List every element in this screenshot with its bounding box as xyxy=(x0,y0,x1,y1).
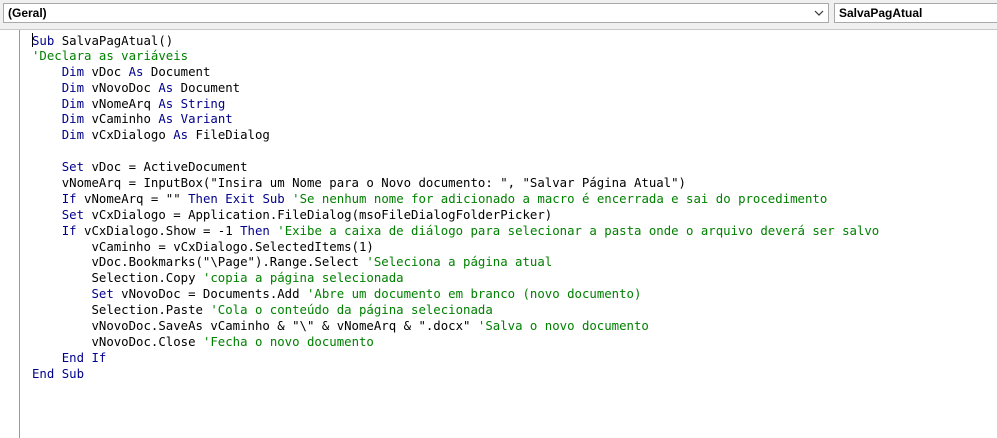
code-line[interactable]: vDoc.Bookmarks("\Page").Range.Select 'Se… xyxy=(32,255,879,271)
code-line[interactable]: Dim vCaminho As Variant xyxy=(32,112,879,128)
code-keyword: End If xyxy=(61,350,107,365)
code-line[interactable]: Dim vDoc As Document xyxy=(32,65,879,81)
code-token: vNovoDoc.SaveAs vCaminho & "\" & vNomeAr… xyxy=(32,319,478,334)
code-line[interactable]: Set vCxDialogo = Application.FileDialog(… xyxy=(32,208,879,224)
code-keyword: Sub xyxy=(262,191,285,206)
code-token: vNomeArq xyxy=(84,96,159,111)
code-keyword: String xyxy=(180,96,226,111)
code-keyword: As xyxy=(128,64,144,79)
code-line[interactable]: vNomeArq = InputBox("Insira um Nome para… xyxy=(32,176,879,192)
code-comment: 'Fecha o novo documento xyxy=(202,334,374,349)
code-line[interactable]: Sub SalvaPagAtual() xyxy=(32,33,879,49)
code-keyword: Dim xyxy=(61,112,85,127)
code-comment: 'Salva o novo documento xyxy=(477,319,649,334)
code-token: vCxDialogo = Application.FileDialog(msoF… xyxy=(84,207,553,222)
code-line[interactable]: If vNomeArq = "" Then Exit Sub 'Se nenhu… xyxy=(32,192,879,208)
code-token: vNomeArq = InputBox("Insira um Nome para… xyxy=(32,176,686,191)
code-token: vNomeArq = "" xyxy=(76,191,189,206)
code-keyword: Variant xyxy=(180,112,233,127)
code-comment: 'Se nenhum nome for adicionado a macro é… xyxy=(292,191,828,206)
code-line[interactable]: If vCxDialogo.Show = -1 Then 'Exibe a ca… xyxy=(32,223,880,240)
code-line[interactable]: vCaminho = vCxDialogo.SelectedItems(1) xyxy=(32,240,879,256)
code-token: vNovoDoc xyxy=(84,80,159,95)
code-keyword: Set xyxy=(91,287,114,302)
code-token: vNovoDoc = Documents.Add xyxy=(113,287,307,302)
code-comment: 'Declara as variáveis xyxy=(32,48,189,63)
code-keyword: If xyxy=(61,223,77,238)
code-token: vCaminho xyxy=(84,112,159,127)
code-comment: 'copia a página selecionada xyxy=(202,271,404,286)
code-keyword: As xyxy=(158,80,174,95)
procedure-combo[interactable]: SalvaPagAtual xyxy=(834,3,997,23)
code-keyword: End Sub xyxy=(32,366,85,381)
code-line[interactable]: Set vDoc = ActiveDocument xyxy=(32,160,879,176)
code-keyword: Then xyxy=(240,223,270,238)
code-line[interactable]: End Sub xyxy=(32,367,879,383)
code-token: vNovoDoc.Close xyxy=(32,334,203,349)
code-token: Document xyxy=(143,64,211,79)
code-line[interactable]: Set vNovoDoc = Documents.Add 'Abre um do… xyxy=(32,287,879,303)
margin-indicator-bar[interactable] xyxy=(0,30,20,438)
code-keyword: Then xyxy=(188,191,218,206)
code-comment: 'Seleciona a página atual xyxy=(366,255,553,270)
object-combo-value: (Geral) xyxy=(8,6,47,20)
code-comment: 'Cola o conteúdo da página selecionada xyxy=(210,303,493,318)
code-line[interactable] xyxy=(32,144,879,160)
code-token: vDoc = ActiveDocument xyxy=(84,160,248,175)
object-combo[interactable]: (Geral) xyxy=(3,3,829,23)
code-token: Document xyxy=(173,80,241,95)
code-line[interactable]: vNovoDoc.SaveAs vCaminho & "\" & vNomeAr… xyxy=(32,319,879,335)
code-line[interactable]: vNovoDoc.Close 'Fecha o novo documento xyxy=(32,335,879,351)
code-keyword: Exit xyxy=(225,191,255,206)
code-keyword: Set xyxy=(61,160,85,175)
code-editor[interactable]: Sub SalvaPagAtual() 'Declara as variáveis… xyxy=(0,29,997,438)
code-line[interactable]: Dim vNomeArq As String xyxy=(32,97,879,113)
code-keyword: Sub xyxy=(32,34,55,48)
code-token: vDoc xyxy=(84,64,129,79)
code-text[interactable]: Sub SalvaPagAtual() 'Declara as variáveis… xyxy=(32,33,879,383)
code-token: vCxDialogo.Show = -1 xyxy=(76,223,241,238)
code-line[interactable]: Selection.Copy 'copia a página seleciona… xyxy=(32,271,879,287)
code-token: vCxDialogo xyxy=(84,128,174,143)
code-keyword: Dim xyxy=(61,128,85,143)
chevron-down-icon[interactable] xyxy=(810,4,828,22)
code-line[interactable]: End If xyxy=(32,351,879,367)
code-keyword: Set xyxy=(61,207,85,222)
code-keyword: Dim xyxy=(61,80,85,95)
code-window-toolbar: (Geral) SalvaPagAtual xyxy=(0,0,997,29)
code-line[interactable]: 'Declara as variáveis xyxy=(32,49,879,65)
code-token: Selection.Copy xyxy=(32,271,203,286)
procedure-combo-value: SalvaPagAtual xyxy=(839,6,923,20)
code-token: SalvaPagAtual() xyxy=(54,34,174,48)
code-keyword: If xyxy=(61,191,77,206)
code-comment: 'Exibe a caixa de diálogo para seleciona… xyxy=(277,223,880,238)
code-token: vDoc.Bookmarks("\Page").Range.Select xyxy=(32,255,367,270)
code-token: FileDialog xyxy=(188,128,270,143)
code-keyword: Dim xyxy=(61,96,85,111)
code-keyword: As xyxy=(158,112,174,127)
code-line[interactable]: Selection.Paste 'Cola o conteúdo da pági… xyxy=(32,303,879,319)
code-line[interactable]: Dim vNovoDoc As Document xyxy=(32,81,879,97)
code-comment: 'Abre um documento em branco (novo docum… xyxy=(306,287,642,302)
code-token: vCaminho = vCxDialogo.SelectedItems(1) xyxy=(32,239,374,254)
code-keyword: Dim xyxy=(61,64,85,79)
code-token: Selection.Paste xyxy=(32,303,211,318)
code-keyword: As xyxy=(173,128,189,143)
code-keyword: As xyxy=(158,96,174,111)
code-line[interactable]: Dim vCxDialogo As FileDialog xyxy=(32,128,879,144)
